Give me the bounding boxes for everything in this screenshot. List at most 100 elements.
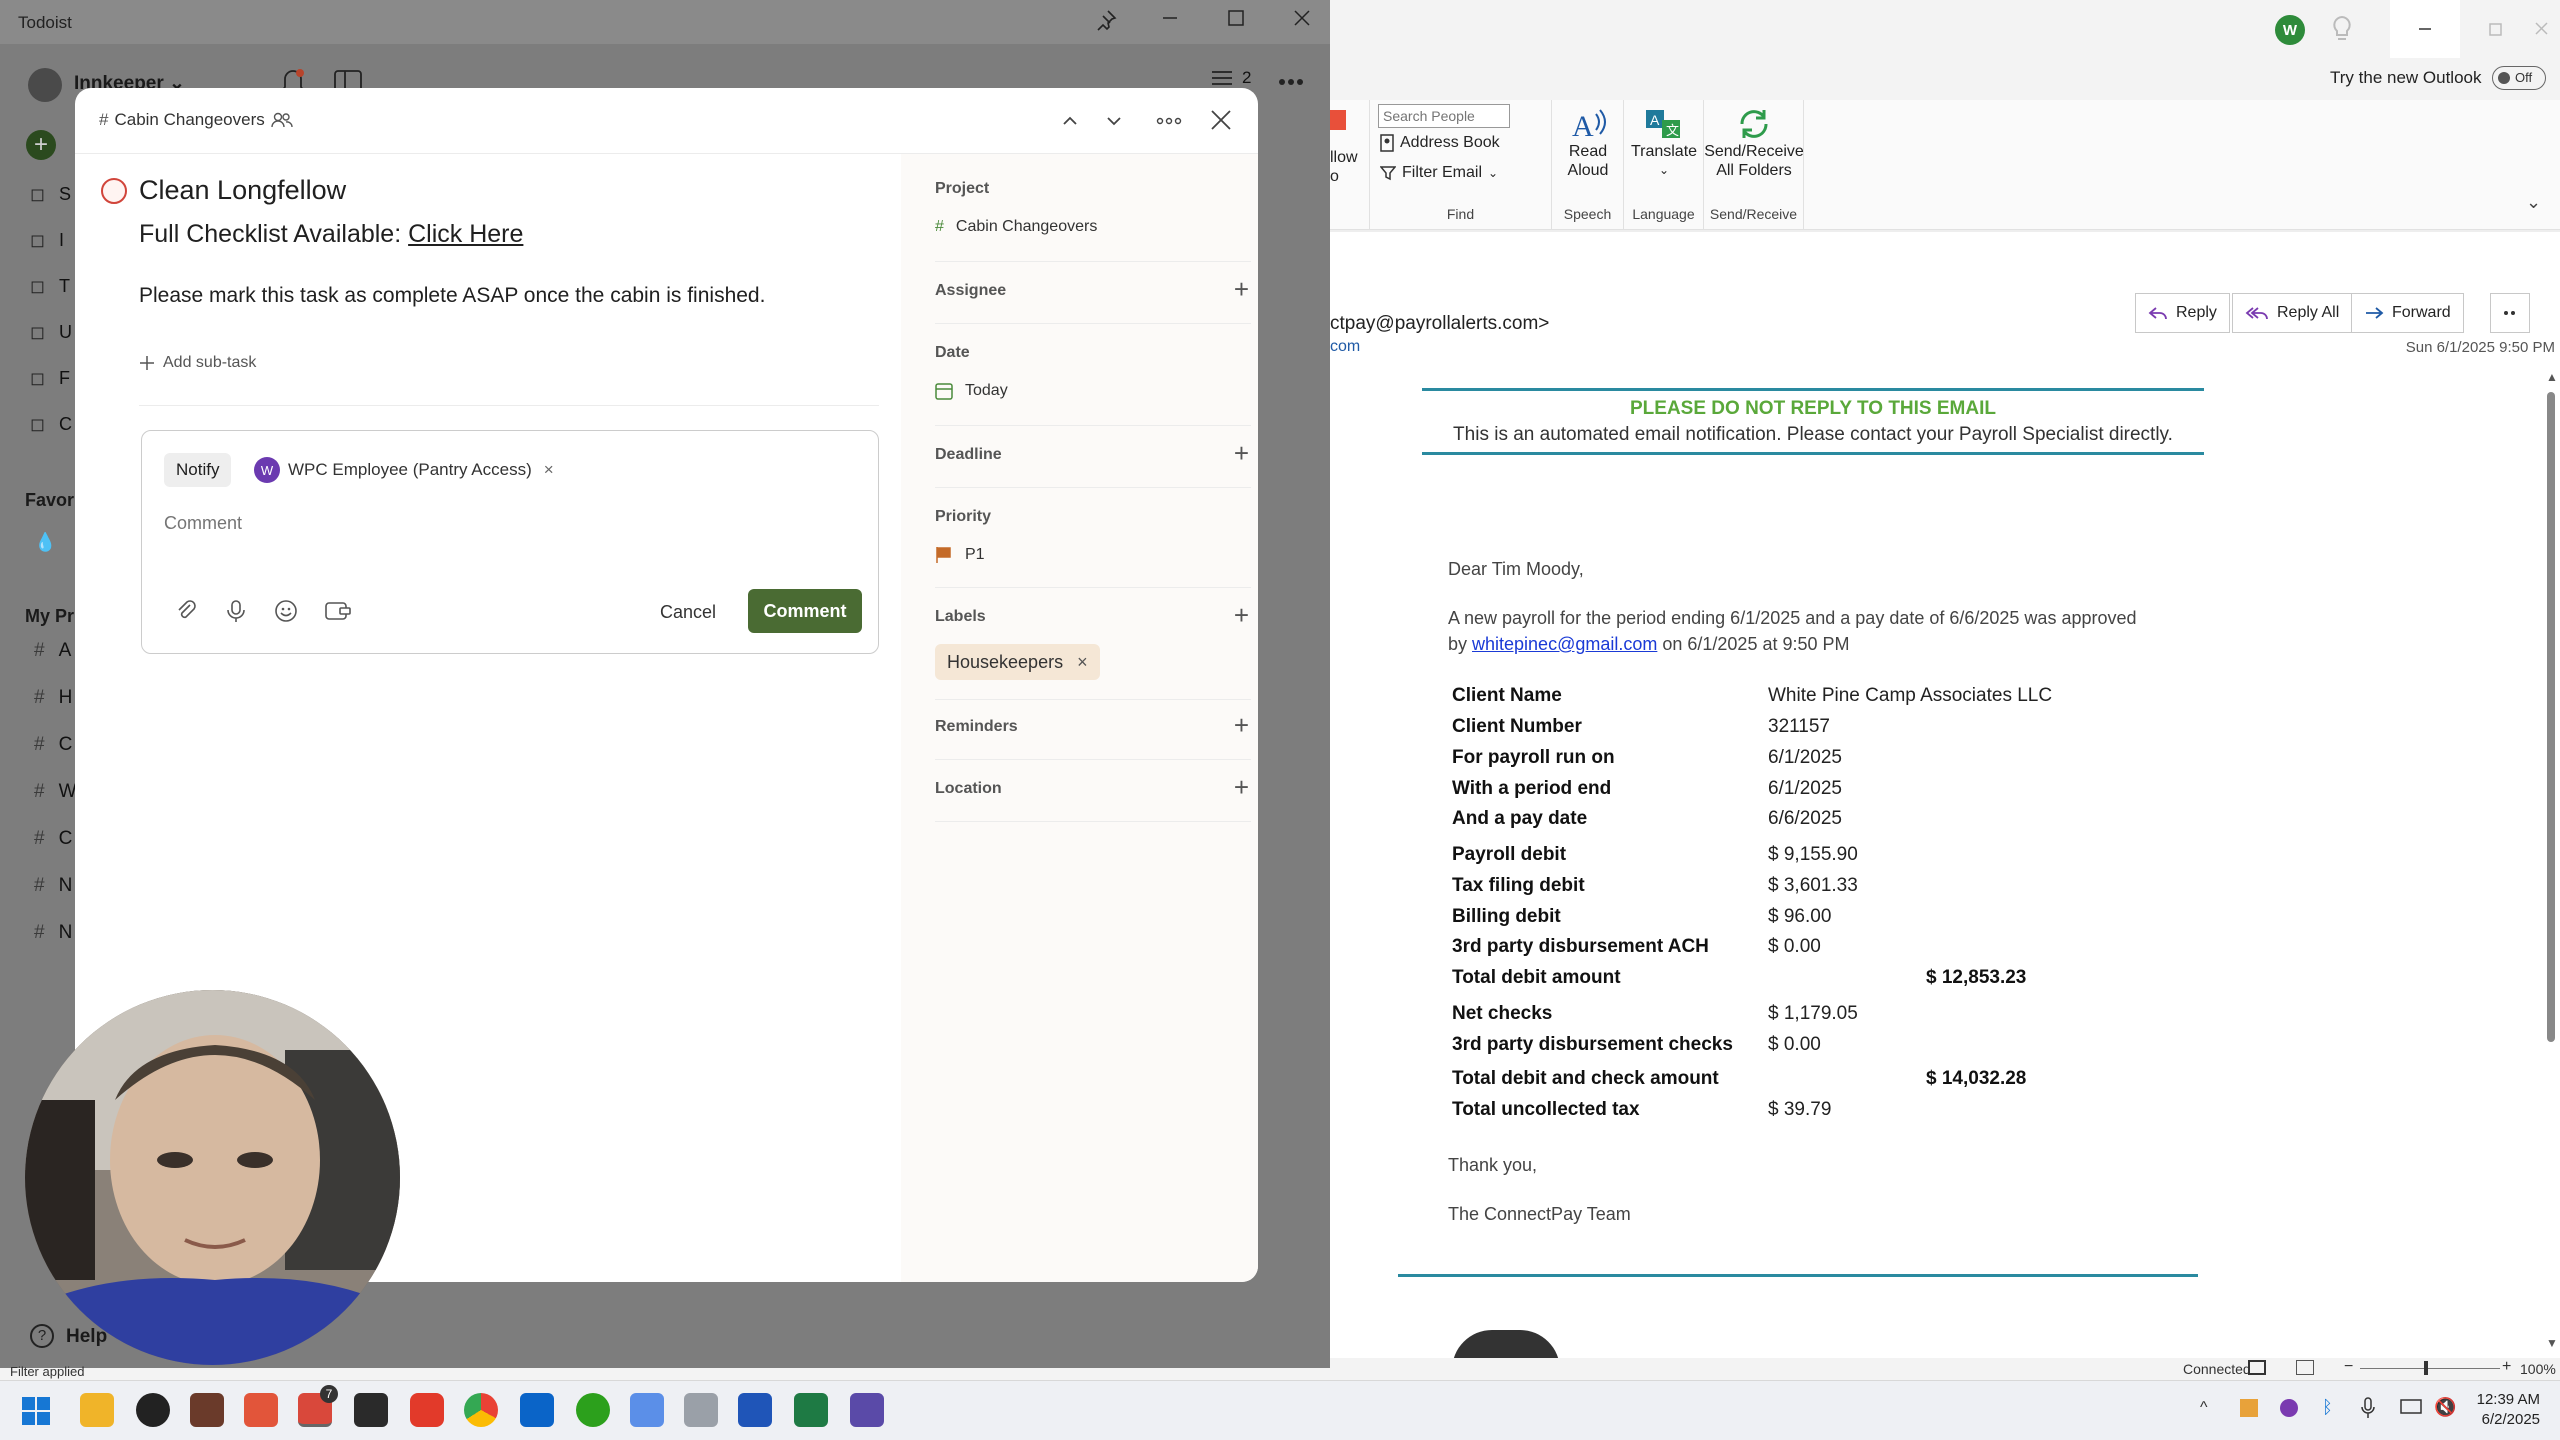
volume-muted-icon[interactable]: 🔇 — [2434, 1397, 2456, 1418]
help-label[interactable]: Help — [66, 1326, 107, 1348]
minimize-button[interactable] — [1160, 8, 1180, 28]
zoom-in-button[interactable]: + — [2502, 1358, 2511, 1376]
location-section[interactable]: Location + — [935, 774, 1251, 822]
add-deadline-icon[interactable]: + — [1234, 440, 1249, 466]
maximize-button[interactable] — [1226, 8, 1246, 28]
network-icon[interactable] — [2400, 1399, 2422, 1417]
excel-icon[interactable] — [794, 1393, 828, 1427]
show-hidden-icons[interactable]: ^ — [2200, 1399, 2208, 1417]
sidebar-item[interactable]: ◻ F — [30, 368, 70, 389]
favorite-item[interactable]: 💧 — [34, 532, 56, 553]
forward-button[interactable]: Forward — [2351, 293, 2464, 333]
normal-view-icon[interactable] — [2248, 1360, 2266, 1375]
bluetooth-icon[interactable]: ᛒ — [2322, 1397, 2333, 1418]
assignee-section[interactable]: Assignee + — [935, 276, 1251, 324]
sidebar-item[interactable]: ◻ S — [30, 184, 71, 205]
labels-section[interactable]: Labels + Housekeepers × — [935, 602, 1251, 700]
ribbon-collapse-icon[interactable]: ⌄ — [2526, 192, 2541, 213]
word-icon[interactable] — [738, 1393, 772, 1427]
add-location-icon[interactable]: + — [1234, 774, 1249, 800]
add-reminder-icon[interactable]: + — [1234, 712, 1249, 738]
project-item[interactable]: # C — [34, 828, 72, 850]
reading-view-icon[interactable] — [2296, 1360, 2314, 1375]
priority-section[interactable]: Priority P1 — [935, 508, 1251, 588]
assignee-label: Assignee — [935, 282, 1007, 299]
sidebar-item[interactable]: ◻ C — [30, 414, 72, 435]
lightbulb-icon[interactable] — [2330, 14, 2354, 44]
remove-label-icon[interactable]: × — [1077, 652, 1088, 673]
app-icon-q[interactable] — [850, 1393, 884, 1427]
read-aloud-button[interactable]: A Read Aloud — [1552, 106, 1624, 180]
view-options-icon[interactable]: 2 — [1210, 68, 1251, 88]
app-icon-store[interactable] — [190, 1393, 224, 1427]
scroll-down-arrow[interactable]: ▼ — [2546, 1336, 2558, 1350]
date-label: Date — [935, 344, 970, 361]
project-item[interactable]: # A — [34, 640, 71, 662]
scrollbar[interactable]: ▲ ▼ — [2544, 370, 2558, 1350]
restore-button[interactable] — [2470, 0, 2520, 58]
add-task-icon[interactable]: + — [26, 130, 56, 160]
quickbooks-icon[interactable] — [576, 1393, 610, 1427]
priority-value[interactable]: P1 — [935, 546, 1251, 564]
add-label-icon[interactable]: + — [1234, 602, 1249, 628]
app-icon-s[interactable] — [354, 1393, 388, 1427]
reply-all-button[interactable]: Reply All — [2232, 293, 2353, 333]
project-item-label: A — [58, 640, 72, 661]
calendar-app-icon[interactable] — [244, 1393, 278, 1427]
tray-icon-1[interactable] — [2240, 1399, 2258, 1417]
outlook-icon[interactable] — [520, 1393, 554, 1427]
scroll-up-arrow[interactable]: ▲ — [2546, 370, 2558, 384]
zoom-slider[interactable] — [2360, 1368, 2500, 1369]
project-section[interactable]: Project # Cabin Changeovers — [935, 180, 1251, 262]
project-item[interactable]: # N — [34, 875, 72, 897]
clock-time[interactable]: 12:39 AM — [2470, 1391, 2540, 1408]
chrome-icon[interactable] — [464, 1393, 498, 1427]
sidebar-item[interactable]: ◻ T — [30, 276, 70, 297]
label-chip[interactable]: Housekeepers × — [935, 644, 1100, 680]
project-item[interactable]: # N — [34, 922, 72, 944]
clock-date[interactable]: 6/2/2025 — [2470, 1411, 2540, 1428]
sidebar-item[interactable]: ◻ I — [30, 230, 64, 251]
tray-icon-2[interactable] — [2280, 1399, 2298, 1417]
app-icon-k[interactable] — [136, 1393, 170, 1427]
send-receive-all-button[interactable]: Send/Receive All Folders — [1704, 106, 1804, 180]
zoom-out-button[interactable]: − — [2344, 1358, 2353, 1376]
add-assignee-icon[interactable]: + — [1234, 276, 1249, 302]
microphone-tray-icon[interactable] — [2360, 1397, 2376, 1419]
start-button[interactable] — [22, 1397, 50, 1425]
new-outlook-toggle[interactable]: Off — [2492, 66, 2546, 90]
translate-button[interactable]: A文 Translate ⌄ — [1624, 106, 1704, 180]
more-menu-icon[interactable] — [1278, 78, 1304, 86]
project-item[interactable]: # C — [34, 734, 72, 756]
todoist-taskbar-icon[interactable]: 7 — [298, 1385, 338, 1427]
follow-up-button[interactable]: llow o — [1330, 148, 1358, 186]
close-button[interactable] — [2522, 0, 2560, 58]
summary-value: $ 9,155.90 — [1768, 844, 1858, 865]
approver-email-link[interactable]: whitepinec@gmail.com — [1472, 634, 1657, 654]
date-value[interactable]: Today — [935, 382, 1251, 400]
file-explorer-icon[interactable] — [80, 1393, 114, 1427]
project-item[interactable]: # W — [34, 781, 77, 803]
more-actions-button[interactable] — [2490, 293, 2530, 333]
project-value[interactable]: # Cabin Changeovers — [935, 218, 1251, 236]
reply-button[interactable]: Reply — [2135, 293, 2230, 333]
account-avatar[interactable]: W — [2275, 15, 2305, 45]
sidebar-item[interactable]: ◻ U — [30, 322, 72, 343]
close-button[interactable] — [1292, 8, 1312, 28]
help-icon[interactable]: ? — [30, 1324, 54, 1348]
minimize-button[interactable] — [2390, 0, 2460, 58]
snipping-tool-icon[interactable] — [630, 1393, 664, 1427]
project-item[interactable]: # H — [34, 687, 72, 709]
vivaldi-icon[interactable] — [410, 1393, 444, 1427]
filter-email-button[interactable]: Filter Email ⌄ — [1380, 164, 1498, 182]
reminders-section[interactable]: Reminders + — [935, 712, 1251, 760]
address-book-button[interactable]: Address Book — [1380, 134, 1500, 152]
deadline-section[interactable]: Deadline + — [935, 440, 1251, 488]
printer-icon[interactable] — [684, 1393, 718, 1427]
date-section[interactable]: Date Today — [935, 344, 1251, 426]
scrollbar-thumb[interactable] — [2547, 392, 2555, 1042]
pin-icon[interactable] — [1094, 8, 1118, 32]
search-people-input[interactable] — [1378, 104, 1510, 128]
user-avatar[interactable] — [28, 68, 62, 102]
zoom-slider-thumb[interactable] — [2424, 1361, 2428, 1375]
